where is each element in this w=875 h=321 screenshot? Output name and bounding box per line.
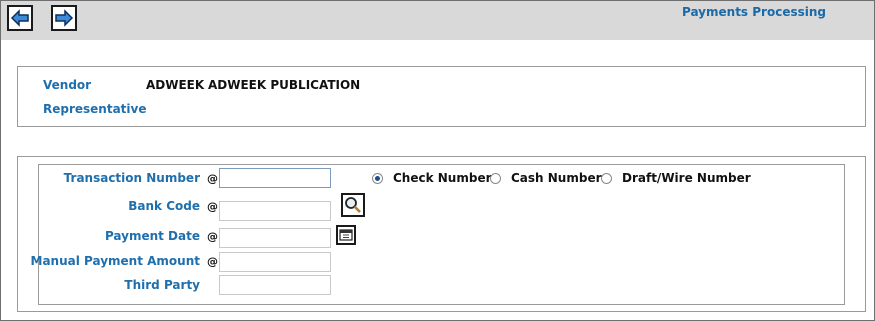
transaction-number-label: Transaction Number	[63, 171, 200, 185]
arrow-right-icon	[53, 7, 75, 29]
required-marker: @	[207, 200, 218, 213]
toolbar: Payments Processing	[1, 1, 874, 40]
draft-wire-number-radio[interactable]	[601, 173, 612, 184]
vendor-label: Vendor	[43, 78, 92, 92]
manual-payment-amount-label: Manual Payment Amount	[30, 254, 201, 268]
required-marker: @	[207, 230, 218, 243]
payment-form: Transaction Number @ Check Number Cash N…	[31, 164, 845, 305]
page-frame: Payments Processing Vendor ADWEEK ADWEEK…	[0, 0, 875, 321]
vendor-name: ADWEEK PUBLICATION	[208, 78, 361, 92]
third-party-label: Third Party	[124, 278, 200, 292]
bank-code-input[interactable]	[219, 201, 331, 221]
vendor-code: ADWEEK	[146, 78, 205, 92]
check-number-label: Check Number	[393, 171, 492, 185]
manual-payment-amount-input[interactable]	[219, 252, 331, 272]
required-marker: @	[207, 255, 218, 268]
payment-date-label: Payment Date	[104, 229, 200, 243]
cash-number-radio[interactable]	[490, 173, 501, 184]
check-number-radio[interactable]	[372, 173, 383, 184]
representative-label: Representative	[43, 102, 147, 116]
magnifier-icon	[343, 195, 363, 215]
bank-code-label: Bank Code	[128, 199, 200, 213]
payment-date-calendar-button[interactable]	[336, 225, 356, 245]
required-marker: @	[207, 172, 218, 185]
transaction-number-input[interactable]	[219, 168, 331, 188]
vendor-panel: Vendor ADWEEK ADWEEK PUBLICATION Represe…	[17, 66, 866, 127]
bank-code-lookup-button[interactable]	[341, 193, 365, 217]
draft-wire-number-label: Draft/Wire Number	[622, 171, 751, 185]
back-button[interactable]	[7, 5, 33, 31]
third-party-input[interactable]	[219, 275, 331, 295]
arrow-left-icon	[9, 7, 31, 29]
page-title: Payments Processing	[681, 5, 826, 19]
payment-date-input[interactable]	[219, 228, 331, 248]
cash-number-label: Cash Number	[511, 171, 602, 185]
calendar-icon	[338, 227, 354, 243]
forward-button[interactable]	[51, 5, 77, 31]
